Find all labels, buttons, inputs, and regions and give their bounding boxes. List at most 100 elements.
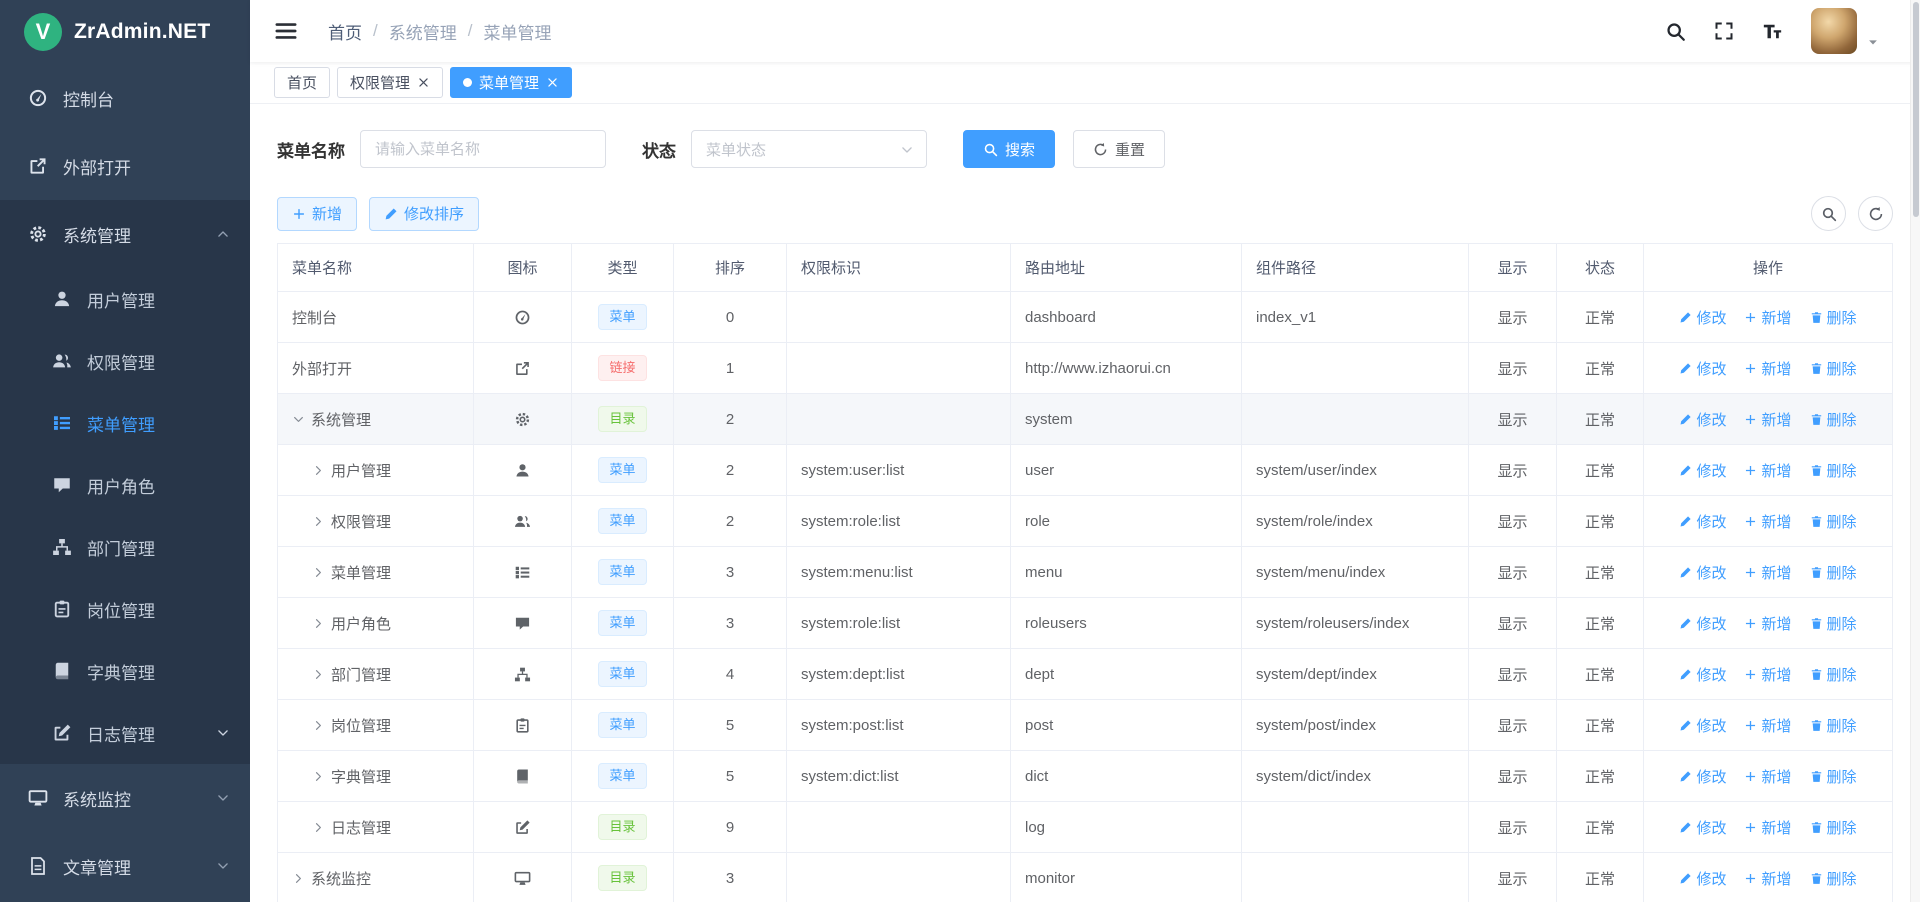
sidebar-item-log[interactable]: 日志管理 [0,702,250,764]
delete-link[interactable]: 删除 [1810,664,1857,685]
sort-value: 9 [674,802,787,853]
edit-link[interactable]: 修改 [1679,562,1726,583]
column-header: 操作 [1644,244,1893,292]
edit-link-label: 修改 [1696,511,1726,532]
edit-link[interactable]: 修改 [1679,307,1726,328]
font-size-button[interactable] [1762,21,1783,42]
status-value: 正常 [1557,700,1644,751]
scrollbar-thumb[interactable] [1913,2,1919,217]
tree-toggle[interactable] [312,821,325,834]
delete-link[interactable]: 删除 [1810,613,1857,634]
tab-close-button[interactable] [417,76,430,89]
fullscreen-icon [1714,21,1734,41]
edit-link[interactable]: 修改 [1679,460,1726,481]
page-scrollbar[interactable] [1910,0,1920,902]
add-link[interactable]: 新增 [1744,511,1791,532]
delete-link[interactable]: 删除 [1810,766,1857,787]
edit-link[interactable]: 修改 [1679,358,1726,379]
add-link[interactable]: 新增 [1744,613,1791,634]
delete-link[interactable]: 删除 [1810,409,1857,430]
sidebar-item-dashboard[interactable]: 控制台 [0,64,250,132]
tree-toggle[interactable] [312,668,325,681]
visible-value: 显示 [1469,343,1557,394]
sidebar-item-dept[interactable]: 部门管理 [0,516,250,578]
sidebar-item-menu[interactable]: 菜单管理 [0,392,250,454]
delete-link[interactable]: 删除 [1810,868,1857,889]
header-search-button[interactable] [1665,21,1686,42]
route-value: roleusers [1011,598,1242,649]
tree-toggle[interactable] [292,413,305,426]
reset-button[interactable]: 重置 [1073,130,1165,168]
delete-link[interactable]: 删除 [1810,817,1857,838]
add-link[interactable]: 新增 [1744,460,1791,481]
tree-toggle[interactable] [312,566,325,579]
perm-value [787,343,1011,394]
tab-menu[interactable]: 菜单管理 [450,67,572,98]
sidebar-item-roleusers[interactable]: 用户角色 [0,454,250,516]
sidebar-item-article[interactable]: 文章管理 [0,832,250,900]
delete-link-label: 删除 [1827,817,1857,838]
tab-close-button[interactable] [546,76,559,89]
sidebar-item-post[interactable]: 岗位管理 [0,578,250,640]
sidebar-item-monitor[interactable]: 系统监控 [0,764,250,832]
route-value: system [1011,394,1242,445]
edit-link[interactable]: 修改 [1679,817,1726,838]
toggle-search-button[interactable] [1811,196,1846,231]
tree-toggle[interactable] [312,617,325,630]
breadcrumb-item[interactable]: 系统管理 [389,19,457,44]
sidebar-item-dict[interactable]: 字典管理 [0,640,250,702]
tab-role[interactable]: 权限管理 [337,67,443,98]
tree-toggle[interactable] [312,515,325,528]
sidebar-item-system[interactable]: 系统管理 [0,200,250,268]
table-header-row: 菜单名称图标类型排序权限标识路由地址组件路径显示状态操作 [278,244,1893,292]
user-menu[interactable] [1811,8,1880,54]
add-link[interactable]: 新增 [1744,409,1791,430]
table-row: 岗位管理菜单5system:post:listpostsystem/post/i… [278,700,1893,751]
sidebar-item-external[interactable]: 外部打开 [0,132,250,200]
search-button[interactable]: 搜索 [963,130,1055,168]
sidebar-toggle-button[interactable] [274,19,298,43]
tree-toggle[interactable] [312,719,325,732]
status-select[interactable]: 菜单状态 [691,130,927,168]
add-link[interactable]: 新增 [1744,868,1791,889]
status-value: 正常 [1557,496,1644,547]
add-link[interactable]: 新增 [1744,766,1791,787]
delete-link[interactable]: 删除 [1810,307,1857,328]
breadcrumb-item[interactable]: 首页 [328,19,362,44]
fullscreen-button[interactable] [1714,21,1734,41]
delete-link[interactable]: 删除 [1810,511,1857,532]
add-button[interactable]: 新增 [277,197,357,231]
menu-name-input[interactable] [360,130,606,168]
delete-link[interactable]: 删除 [1810,358,1857,379]
edit-link[interactable]: 修改 [1679,409,1726,430]
add-link[interactable]: 新增 [1744,562,1791,583]
edit-link[interactable]: 修改 [1679,868,1726,889]
sidebar-item-user[interactable]: 用户管理 [0,268,250,330]
edit-link[interactable]: 修改 [1679,664,1726,685]
pencil-icon [1679,719,1692,732]
pencil-icon [1679,821,1692,834]
status-value: 正常 [1557,649,1644,700]
add-link[interactable]: 新增 [1744,664,1791,685]
add-link[interactable]: 新增 [1744,715,1791,736]
delete-link[interactable]: 删除 [1810,562,1857,583]
edit-sort-button[interactable]: 修改排序 [369,197,479,231]
tab-home[interactable]: 首页 [274,67,330,98]
tree-toggle[interactable] [312,770,325,783]
app-root: V ZrAdmin.NET 控制台外部打开系统管理用户管理权限管理菜单管理用户角… [0,0,1920,902]
delete-link[interactable]: 删除 [1810,460,1857,481]
edit-link[interactable]: 修改 [1679,613,1726,634]
edit-link[interactable]: 修改 [1679,715,1726,736]
edit-link[interactable]: 修改 [1679,511,1726,532]
add-link[interactable]: 新增 [1744,358,1791,379]
edit-link[interactable]: 修改 [1679,766,1726,787]
tree-toggle[interactable] [312,464,325,477]
refresh-table-button[interactable] [1858,196,1893,231]
logo[interactable]: V ZrAdmin.NET [0,0,250,64]
delete-link[interactable]: 删除 [1810,715,1857,736]
add-link[interactable]: 新增 [1744,817,1791,838]
tree-toggle[interactable] [292,872,305,885]
sidebar-item-role[interactable]: 权限管理 [0,330,250,392]
add-link[interactable]: 新增 [1744,307,1791,328]
edit-link-label: 修改 [1696,664,1726,685]
